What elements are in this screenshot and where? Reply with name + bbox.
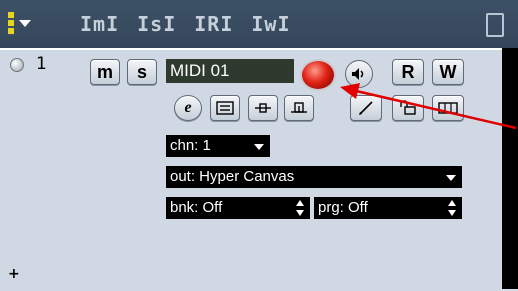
annotation-arrow-line (351, 88, 517, 130)
annotation-arrow (340, 83, 517, 130)
annotation-arrow-head (340, 83, 360, 99)
